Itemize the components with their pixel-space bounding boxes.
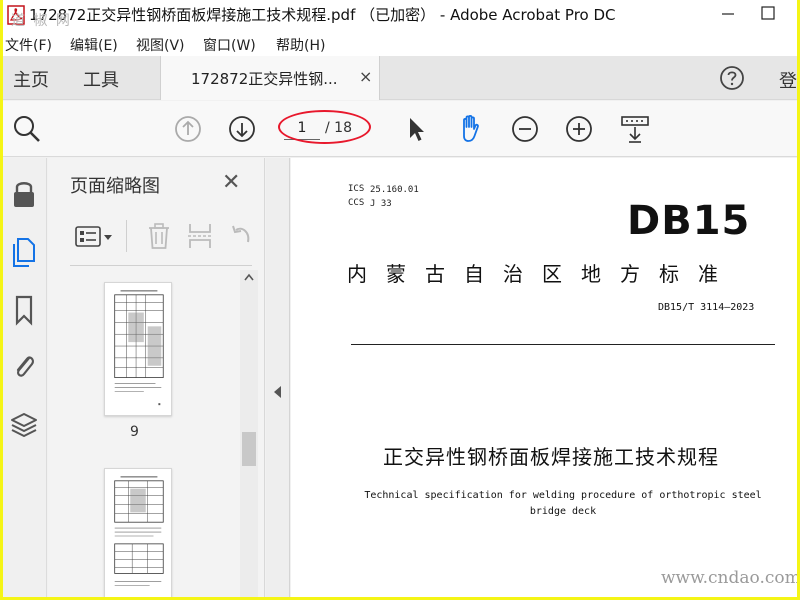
menu-edit[interactable]: 编辑(E) [70,35,118,55]
lock-icon[interactable] [9,178,39,210]
watermark-top-left: 道 椒 网 [11,13,72,29]
standard-logo: DB15 [627,198,751,244]
window-title: 172872正交异性钢桥面板焊接施工技术规程.pdf （已加密） - Adobe… [29,6,616,24]
menu-help[interactable]: 帮助(H) [276,35,325,55]
pane-title: 页面缩略图 [70,176,160,197]
layers-icon[interactable] [9,410,39,442]
page-thumbnails-pane: 页面缩略图 ✕ 9 [48,158,265,597]
thumbnail-list: 9 [70,270,236,597]
menu-file[interactable]: 文件(F) [5,35,52,55]
highlight-ellipse [278,110,371,144]
scroll-up-icon[interactable] [243,272,255,282]
hand-tool-icon[interactable] [455,112,487,144]
thumbnail-scrollbar[interactable] [240,270,258,597]
bookmark-icon[interactable] [9,294,39,326]
left-navigation-strip [3,158,47,597]
delete-icon[interactable] [146,222,172,250]
ics-value: 25.160.01 [370,185,419,195]
insert-page-icon[interactable] [186,222,214,250]
attachment-icon[interactable] [9,350,39,384]
main-toolbar: 1 / 18 [3,101,797,157]
zoom-out-icon[interactable] [511,115,539,143]
scrollbar-thumb[interactable] [242,432,256,466]
page-thumbnails-icon[interactable] [9,236,39,270]
tab-home[interactable]: 主页 [13,66,49,92]
select-cursor-icon[interactable] [405,115,427,143]
close-tab-button[interactable]: × [359,67,372,86]
zoom-in-icon[interactable] [565,115,593,143]
acrobat-window: 172872正交异性钢桥面板焊接施工技术规程.pdf （已加密） - Adobe… [3,0,797,597]
standard-number: DB15/T 3114—2023 [658,302,755,313]
ccs-label: CCS [348,198,365,208]
ccs-value: J 33 [370,199,392,209]
thumbnail-page-label: 9 [130,424,139,440]
ics-label: ICS [348,184,365,194]
standard-type-title: 内蒙古自治区地方标准 [347,262,737,286]
next-page-icon[interactable] [228,115,256,143]
help-icon[interactable] [719,65,745,91]
toolbar-divider [126,220,127,252]
document-tab-label: 172872正交异性钢... [191,70,338,88]
previous-page-icon[interactable] [174,115,202,143]
menu-view[interactable]: 视图(V) [136,35,185,55]
pane-collapse-handle[interactable] [266,158,290,597]
page-thumbnail[interactable] [104,468,172,597]
zoom-search-icon[interactable] [12,114,42,144]
close-pane-button[interactable]: ✕ [222,170,240,195]
maximize-button[interactable] [749,0,787,28]
minimize-button[interactable] [709,0,747,28]
tab-document[interactable]: 172872正交异性钢... × [160,56,380,100]
tab-row: 主页 工具 172872正交异性钢... × 登 [3,56,797,100]
tab-tools[interactable]: 工具 [83,66,119,92]
document-title-english: Technical specification for welding proc… [364,490,762,517]
header-divider [351,344,775,345]
options-menu-icon[interactable] [74,224,116,250]
watermark-bottom-right: www.cndao.com [661,568,797,588]
page-thumbnail[interactable] [104,282,172,416]
thumbnail-toolbar [70,210,252,266]
menu-window[interactable]: 窗口(W) [203,35,256,55]
title-bar: 172872正交异性钢桥面板焊接施工技术规程.pdf （已加密） - Adobe… [3,0,797,30]
rotate-page-icon[interactable] [228,222,252,250]
sign-in-button[interactable]: 登 [779,67,797,93]
document-title-chinese: 正交异性钢桥面板焊接施工技术规程 [383,445,719,469]
scroll-mode-icon[interactable] [619,113,651,145]
document-page: ICS 25.160.01 CCS J 33 DB15 内蒙古自治区地方标准 D… [291,158,797,597]
collapse-arrow-icon [274,386,281,398]
menu-bar: 文件(F) 编辑(E) 视图(V) 窗口(W) 帮助(H) [3,30,797,56]
